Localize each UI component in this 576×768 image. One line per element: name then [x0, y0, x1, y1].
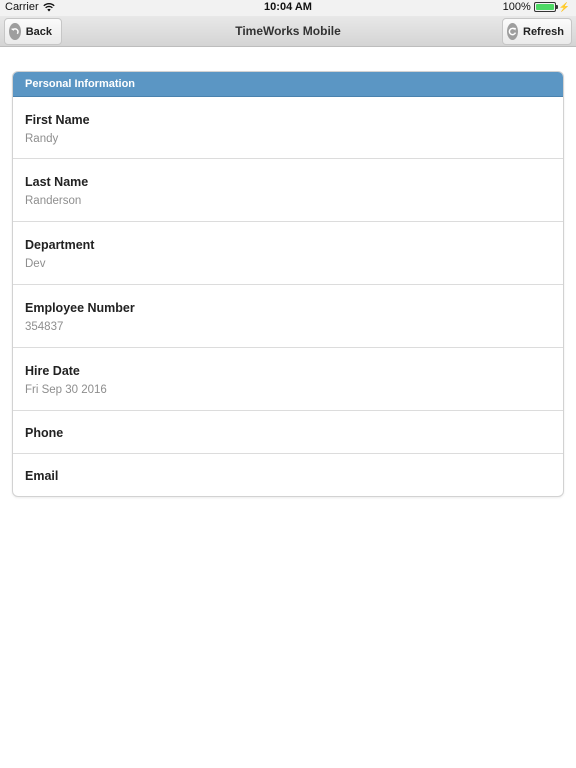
field-value: Fri Sep 30 2016	[25, 384, 107, 396]
charging-bolt-icon: ⚡	[558, 2, 570, 12]
battery-percent: 100%	[502, 1, 531, 13]
page-title: TimeWorks Mobile	[235, 24, 341, 38]
field-label: Phone	[25, 426, 64, 440]
field-last-name: Last Name Randerson	[13, 159, 563, 222]
back-button[interactable]: Back	[4, 18, 62, 45]
field-phone: Phone	[13, 411, 563, 454]
field-hire-date: Hire Date Fri Sep 30 2016	[13, 348, 563, 411]
refresh-icon	[507, 23, 518, 40]
field-value: Randy	[25, 133, 59, 145]
field-label: Hire Date	[25, 364, 80, 378]
field-employee-number: Employee Number 354837	[13, 285, 563, 348]
field-label: Last Name	[25, 175, 89, 189]
refresh-button[interactable]: Refresh	[502, 18, 572, 45]
status-time: 10:04 AM	[264, 1, 312, 13]
field-value: 354837	[25, 321, 64, 333]
section-header: Personal Information	[13, 72, 563, 97]
back-arrow-icon	[9, 23, 21, 40]
field-email: Email	[13, 454, 563, 496]
field-department: Department Dev	[13, 222, 563, 285]
header-toolbar: TimeWorks Mobile Back Refresh	[0, 16, 576, 47]
field-value: Randerson	[25, 195, 82, 207]
battery-icon	[533, 2, 558, 12]
field-label: First Name	[25, 113, 90, 127]
field-label: Employee Number	[25, 301, 135, 315]
battery-indicator: 100% ⚡	[503, 1, 570, 13]
back-button-label: Back	[25, 25, 52, 38]
field-first-name: First Name Randy	[13, 97, 563, 159]
field-value: Dev	[25, 258, 46, 270]
status-bar: Carrier 10:04 AM 100% ⚡	[0, 0, 576, 16]
personal-information-card: Personal Information First Name Randy La…	[12, 71, 564, 497]
field-label: Email	[25, 469, 59, 483]
refresh-button-label: Refresh	[523, 25, 564, 38]
field-label: Department	[25, 238, 95, 252]
